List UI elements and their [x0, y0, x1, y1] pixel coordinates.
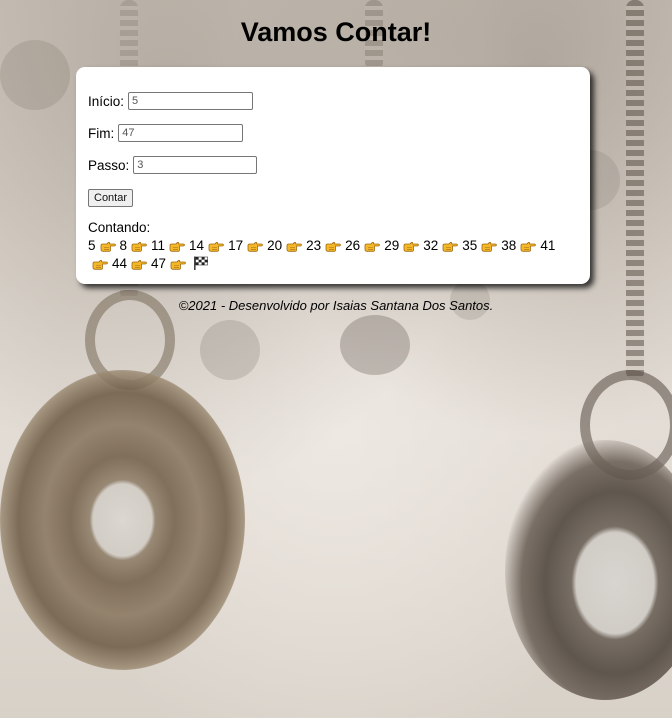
count-number: 38 [501, 238, 517, 253]
inicio-input[interactable] [128, 92, 254, 110]
pointing-hand-icon [131, 259, 147, 270]
count-number: 44 [112, 256, 128, 271]
count-number: 47 [151, 256, 167, 271]
footer-credit: ©2021 - Desenvolvido por Isaias Santana … [178, 298, 494, 313]
count-number: 17 [228, 238, 244, 253]
pointing-hand-icon [100, 241, 116, 252]
passo-input[interactable] [133, 156, 258, 174]
pointing-hand-icon [131, 241, 147, 252]
count-number: 41 [540, 238, 556, 253]
fim-row: Fim: [88, 124, 244, 142]
count-number: 26 [345, 238, 361, 253]
count-number: 5 [88, 238, 96, 253]
pointing-hand-icon [208, 241, 224, 252]
pointing-hand-icon [520, 241, 537, 252]
count-number: 8 [119, 238, 128, 253]
page-title: Vamos Contar! [240, 17, 432, 47]
count-number: 29 [384, 238, 400, 253]
pointing-hand-icon [325, 241, 342, 252]
pointing-hand-icon [92, 259, 108, 270]
count-number: 35 [462, 238, 478, 253]
result-area: Contando: 5 8 11 14 17 20 23 26 29 32 35 38 41 44 47 [88, 219, 568, 273]
pointing-hand-icon [170, 259, 186, 270]
checkered-flag-icon [193, 256, 209, 270]
pointing-hand-icon [169, 241, 185, 252]
pointing-hand-icon [364, 241, 381, 252]
fim-label: Fim: [88, 125, 115, 141]
page-content: Vamos Contar! Início: Fim: Passo: Contar… [0, 0, 672, 718]
count-number: 14 [189, 238, 205, 253]
fim-input[interactable] [118, 124, 244, 142]
count-number: 11 [151, 238, 166, 253]
passo-row: Passo: [88, 156, 258, 174]
count-sequence: 5 8 11 14 17 20 23 26 29 32 35 38 41 44 47 [88, 237, 568, 273]
contar-button[interactable]: Contar [88, 189, 134, 207]
counter-card: Início: Fim: Passo: Contar Contando: 5 8 1… [76, 67, 590, 284]
pointing-hand-icon [286, 241, 302, 252]
pointing-hand-icon [403, 241, 420, 252]
passo-label: Passo: [88, 157, 130, 173]
inicio-label: Início: [88, 93, 125, 109]
pointing-hand-icon [481, 241, 498, 252]
pointing-hand-icon [442, 241, 459, 252]
inicio-row: Início: [88, 92, 254, 110]
count-number: 32 [423, 238, 439, 253]
pointing-hand-icon [247, 241, 263, 252]
count-number: 20 [267, 238, 283, 253]
result-heading: Contando: [88, 220, 151, 235]
count-number: 23 [306, 238, 322, 253]
